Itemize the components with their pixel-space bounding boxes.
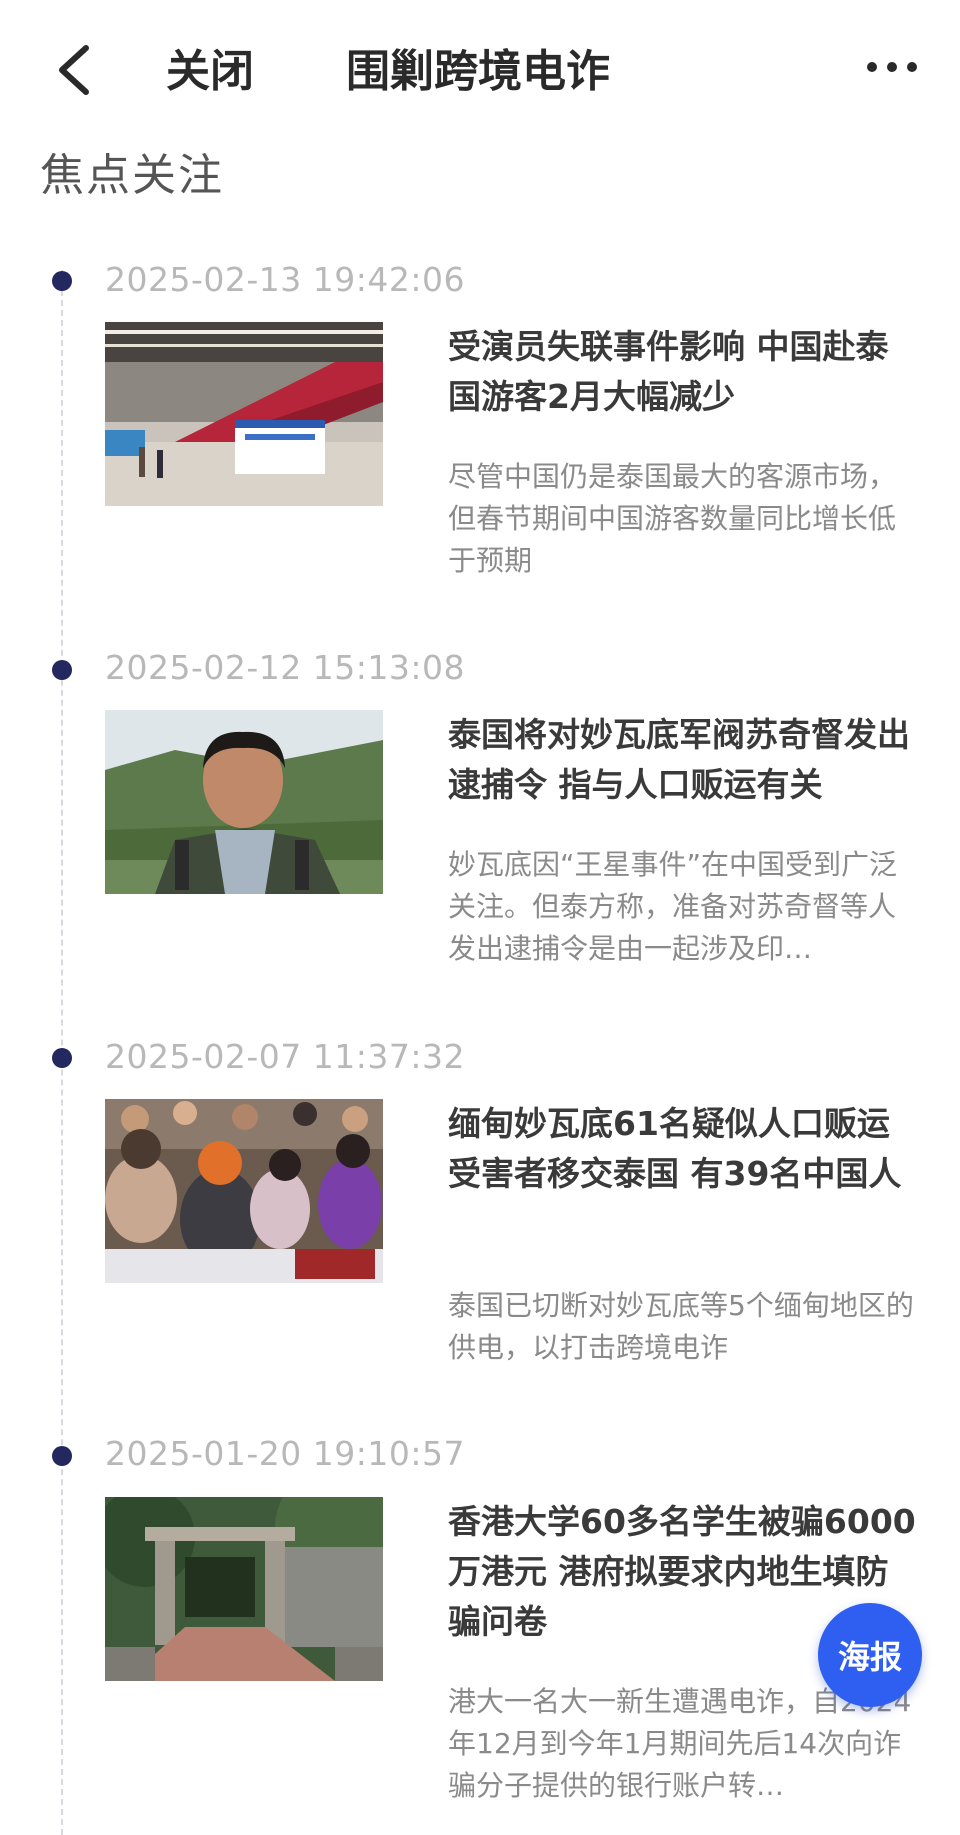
more-dots-icon <box>867 62 917 72</box>
article-summary: 妙瓦底因“王星事件”在中国受到广泛关注。但泰方称，准备对苏奇督等人发出逮捕令是由… <box>448 848 898 965</box>
article-summary: 泰国已切断对妙瓦底等5个缅甸地区的供电，以打击跨境电诈 <box>448 1289 914 1364</box>
poster-button[interactable]: 海报 <box>818 1603 922 1707</box>
man-portrait-photo <box>105 710 383 894</box>
article-thumbnail[interactable] <box>105 1099 383 1283</box>
page-title: 围剿跨境电诈 <box>346 46 610 97</box>
article-headline[interactable]: 受演员失联事件影响 中国赴泰国游客2月大幅减少 <box>448 322 920 422</box>
section-title: 焦点关注 <box>40 150 224 201</box>
timeline-dot <box>52 1446 72 1466</box>
article-headline[interactable]: 缅甸妙瓦底61名疑似人口贩运受害者移交泰国 有39名中国人 <box>448 1099 920 1199</box>
article-headline[interactable]: 泰国将对妙瓦底军阀苏奇督发出逮捕令 指与人口贩运有关 <box>448 710 920 810</box>
timeline-dot <box>52 1048 72 1068</box>
timeline-dot <box>52 271 72 291</box>
article-thumbnail[interactable] <box>105 1497 383 1681</box>
top-nav-bar: 关闭 围剿跨境电诈 <box>0 0 960 130</box>
chevron-left-icon <box>59 45 89 95</box>
back-button[interactable] <box>50 40 100 100</box>
article-thumbnail[interactable] <box>105 322 383 506</box>
timestamp: 2025-02-07 11:37:32 <box>105 1037 465 1076</box>
crowd-seated-photo <box>105 1099 383 1283</box>
timeline-dot <box>52 660 72 680</box>
more-button[interactable] <box>862 52 922 82</box>
university-gate-photo <box>105 1497 383 1681</box>
close-button[interactable]: 关闭 <box>166 44 254 100</box>
article-thumbnail[interactable] <box>105 710 383 894</box>
timestamp: 2025-01-20 19:10:57 <box>105 1434 465 1473</box>
airport-terminal-photo <box>105 322 383 506</box>
timestamp: 2025-02-13 19:42:06 <box>105 260 465 299</box>
article-summary: 尽管中国仍是泰国最大的客源市场，但春节期间中国游客数量同比增长低于预期 <box>448 460 897 577</box>
timestamp: 2025-02-12 15:13:08 <box>105 648 465 687</box>
